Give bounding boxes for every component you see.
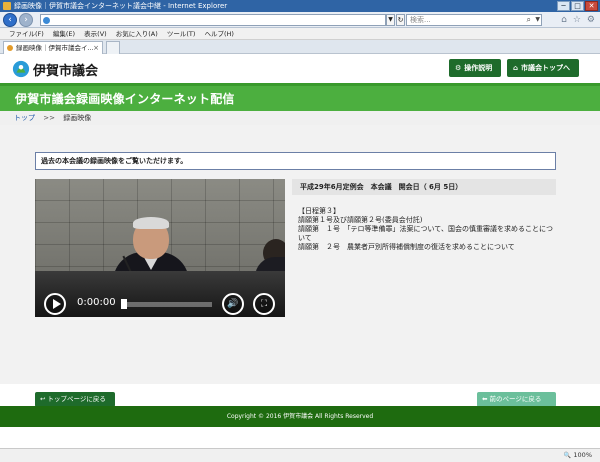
- menu-help[interactable]: ヘルプ(H): [205, 30, 234, 38]
- search-icon[interactable]: ⌕: [527, 15, 531, 25]
- progress-track[interactable]: [122, 302, 212, 307]
- play-icon[interactable]: [44, 293, 66, 315]
- page-banner: 伊賀市議会録画映像インターネット配信: [0, 83, 600, 111]
- gear-icon[interactable]: ⚙: [587, 14, 595, 26]
- breadcrumb-current: 録画映像: [63, 114, 92, 122]
- breadcrumb-separator: >>: [43, 114, 55, 122]
- tab-bar: 録画映像｜伊賀市議会イ... ×: [0, 40, 600, 54]
- site-logo[interactable]: 伊賀市議会: [12, 60, 99, 79]
- volume-icon[interactable]: 🔊: [222, 293, 244, 315]
- menu-favorites[interactable]: お気に入り(A): [116, 30, 158, 38]
- back-arrow-icon[interactable]: ‹: [3, 13, 17, 27]
- page-title: 伊賀市議会録画映像インターネット配信: [15, 92, 235, 106]
- url-input[interactable]: [40, 14, 386, 26]
- app-icon: [3, 2, 11, 10]
- site-header: 伊賀市議会 ⚙ 操作説明 ⌂ 市議会トップへ: [0, 55, 600, 82]
- agenda-item: 請願第 ２号 農業者戸別所得補償制度の復活を求めることについて: [298, 243, 515, 251]
- breadcrumb: トップ >> 録画映像: [0, 111, 600, 125]
- agenda-item: 【日程第３】: [298, 207, 340, 215]
- site-logo-text: 伊賀市議会: [33, 63, 99, 79]
- search-input[interactable]: 検索... ⌕ ▼: [406, 14, 542, 26]
- ninja-logo-icon: [12, 60, 30, 78]
- agenda-list: 【日程第３】 請願第１号及び請願第２号(委員会付託) 請願第 １号 「テロ等準備…: [298, 207, 556, 252]
- fullscreen-icon[interactable]: ⛶: [253, 293, 275, 315]
- back-to-top-button[interactable]: ↩ トップページに戻る: [35, 392, 115, 407]
- agenda-item: 請願第１号及び請願第２号(委員会付託): [298, 216, 423, 224]
- address-bar: ‹ › ▼ ↻ 検索... ⌕ ▼ ⌂ ☆ ⚙: [0, 12, 600, 28]
- status-bar: 100%: [0, 448, 600, 462]
- menu-view[interactable]: 表示(V): [84, 30, 107, 38]
- previous-page-button[interactable]: ⬅ 前のページに戻る: [477, 392, 556, 407]
- favorites-star-icon[interactable]: ☆: [573, 14, 581, 26]
- menu-file[interactable]: ファイル(F): [9, 30, 44, 38]
- window-controls: ─ □ ✕: [557, 1, 598, 11]
- minimize-button[interactable]: ─: [557, 1, 570, 11]
- tab-favicon-icon: [7, 45, 13, 51]
- zoom-level[interactable]: 100%: [564, 449, 592, 462]
- tab-current[interactable]: 録画映像｜伊賀市議会イ... ×: [3, 41, 103, 54]
- menu-bar: ファイル(F) 編集(E) 表示(V) お気に入り(A) ツール(T) ヘルプ(…: [0, 28, 600, 40]
- web-page: 伊賀市議会 ⚙ 操作説明 ⌂ 市議会トップへ 伊賀市議会録画映像インターネット配…: [0, 55, 600, 448]
- notice-box: 過去の本会議の録画映像をご覧いただけます。: [35, 152, 556, 170]
- video-player[interactable]: 0:00:00 🔊 ⛶: [35, 179, 285, 317]
- window-titlebar: 録画映像｜伊賀市議会インターネット議会中継 - Internet Explore…: [0, 0, 600, 12]
- content-area: 過去の本会議の録画映像をご覧いただけます。 0:00:00 🔊 ⛶ 平成29年6…: [0, 125, 600, 407]
- progress-handle[interactable]: [121, 299, 127, 309]
- site-footer: Copyright © 2016 伊賀市議会 All Rights Reserv…: [0, 406, 600, 427]
- agenda-item: 請願第 １号 「テロ等準備罪」法案について、国会の慎重審議を求めることについて: [298, 225, 553, 242]
- menu-edit[interactable]: 編集(E): [53, 30, 75, 38]
- help-button[interactable]: ⚙ 操作説明: [449, 59, 501, 77]
- tab-close-icon[interactable]: ×: [93, 42, 99, 54]
- return-arrow-icon: ↩: [40, 395, 48, 403]
- meeting-header: 平成29年6月定例会 本会議 開会日（ 6月 5日）: [292, 179, 556, 195]
- forward-arrow-icon[interactable]: ›: [19, 13, 33, 27]
- url-dropdown-icon[interactable]: ▼: [386, 14, 395, 26]
- menu-tools[interactable]: ツール(T): [167, 30, 196, 38]
- left-arrow-icon: ⬅: [482, 395, 490, 403]
- new-tab-button[interactable]: [106, 41, 120, 54]
- window-title: 録画映像｜伊賀市議会インターネット議会中継 - Internet Explore…: [14, 2, 228, 10]
- globe-icon: [43, 17, 50, 24]
- breadcrumb-home-link[interactable]: トップ: [14, 114, 35, 122]
- council-top-button[interactable]: ⌂ 市議会トップへ: [507, 59, 579, 77]
- home-icon[interactable]: ⌂: [561, 14, 567, 26]
- refresh-icon[interactable]: ↻: [396, 14, 405, 26]
- maximize-button[interactable]: □: [571, 1, 584, 11]
- playback-time: 0:00:00: [77, 297, 116, 308]
- video-speaker-hair: [133, 217, 169, 229]
- search-dropdown-icon[interactable]: ▼: [535, 15, 540, 25]
- gear-icon: ⚙: [455, 64, 462, 72]
- copyright-text: Copyright © 2016 伊賀市議会 All Rights Reserv…: [226, 413, 374, 420]
- building-icon: ⌂: [513, 64, 519, 72]
- player-controls: 0:00:00 🔊 ⛶: [35, 289, 285, 317]
- close-button[interactable]: ✕: [585, 1, 598, 11]
- browser-tools: ⌂ ☆ ⚙: [561, 14, 595, 26]
